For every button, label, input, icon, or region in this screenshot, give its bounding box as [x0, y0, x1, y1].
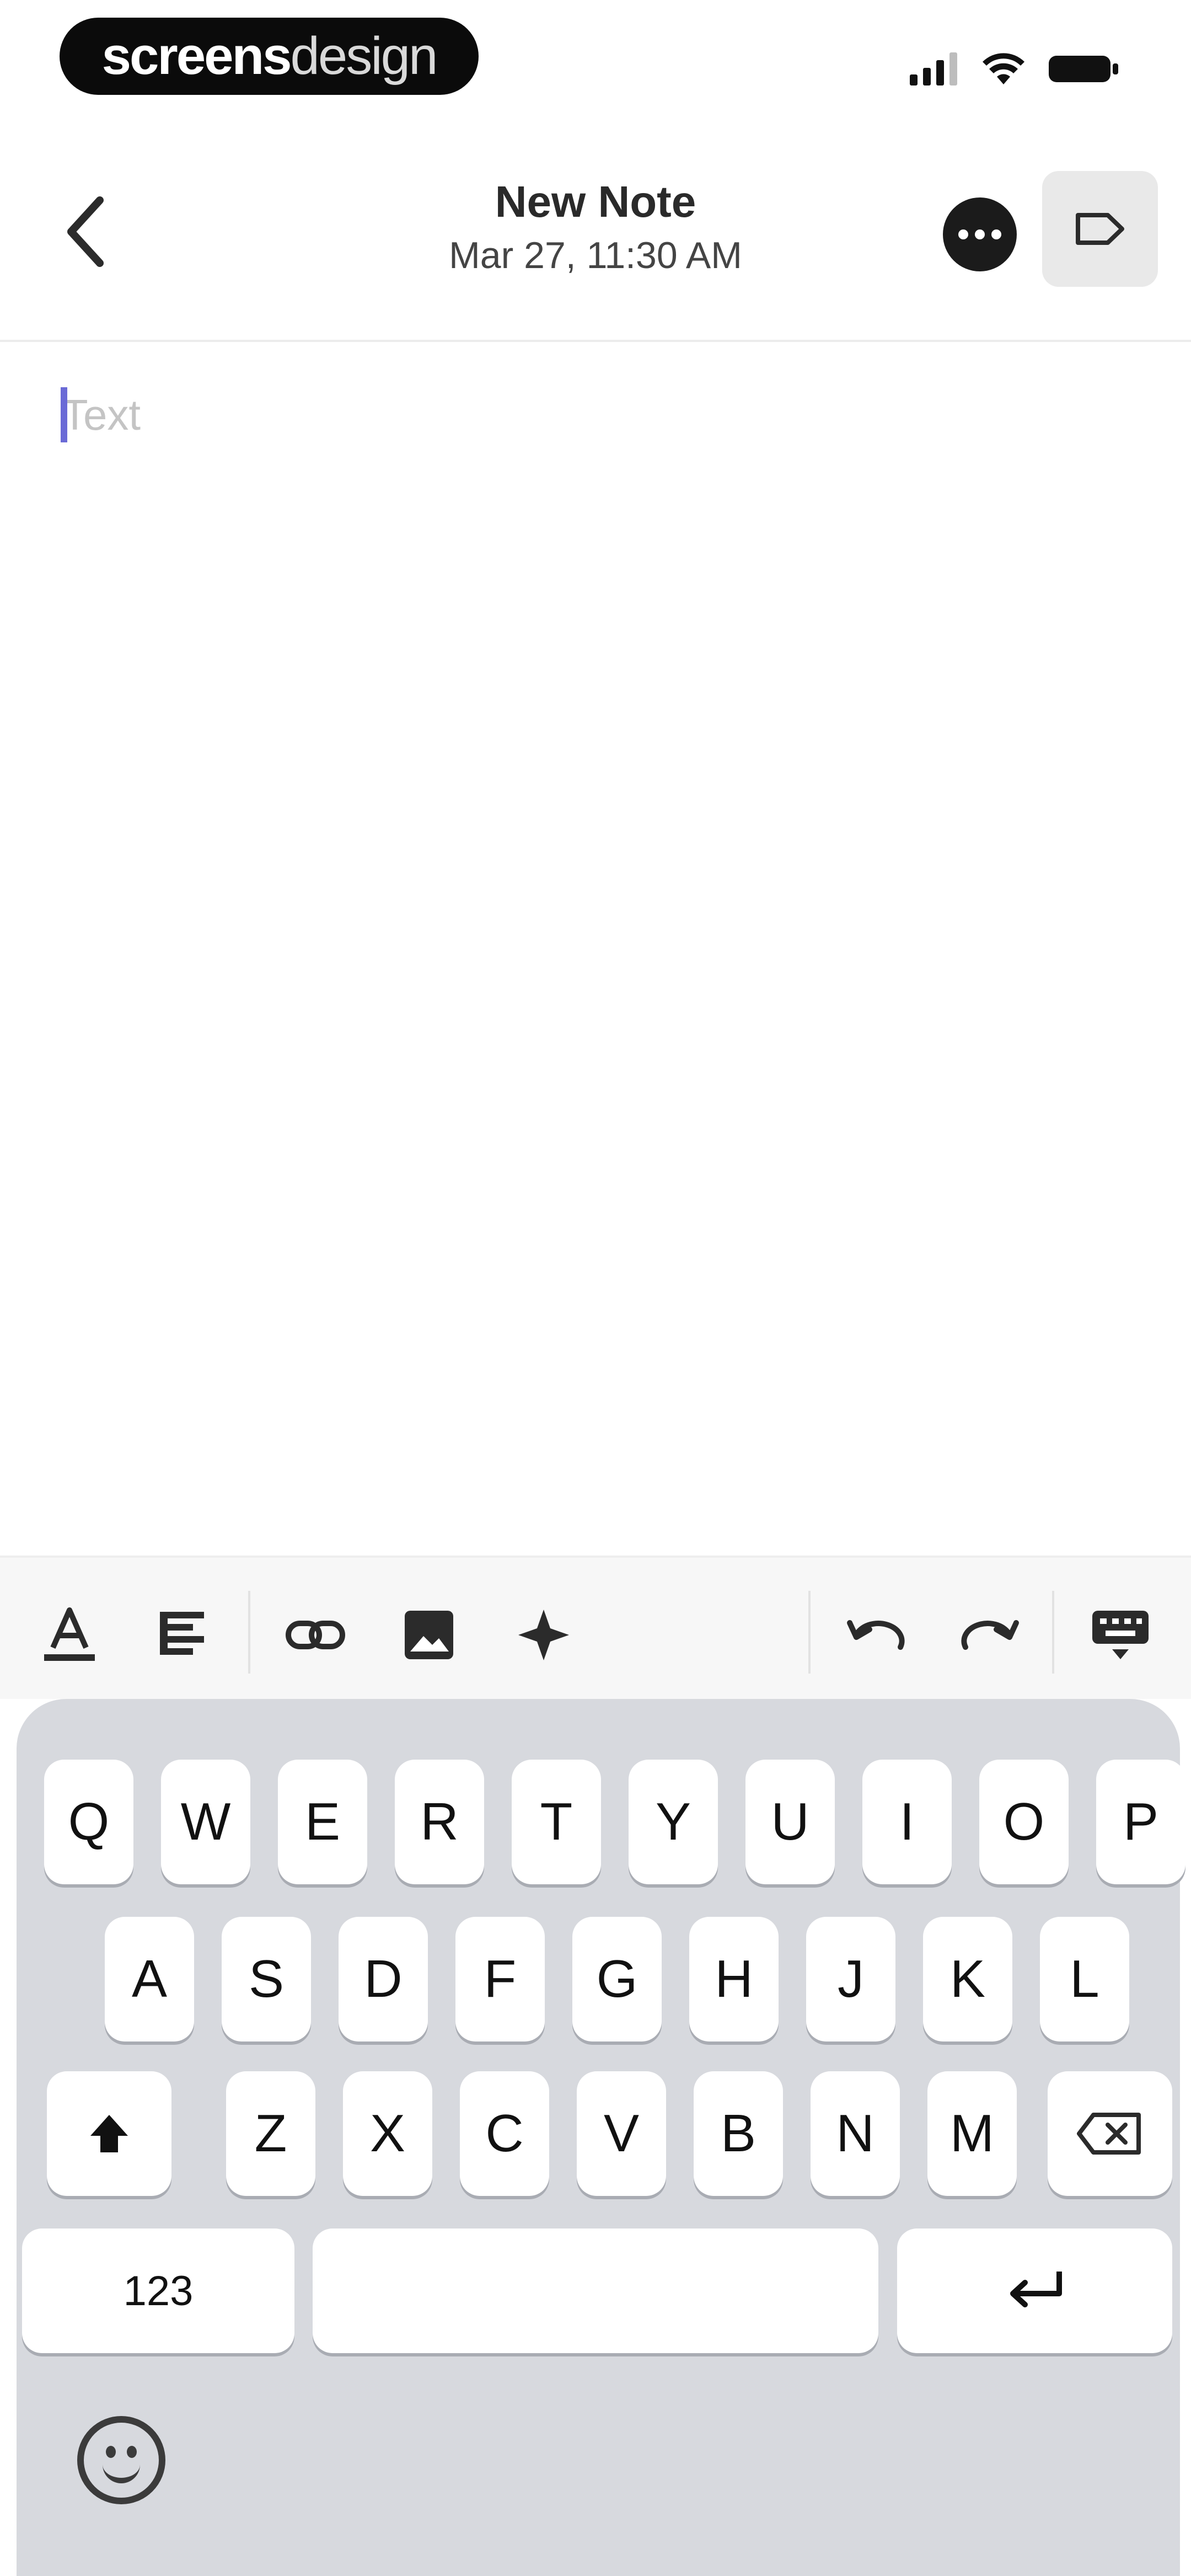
tag-icon: [1076, 213, 1124, 245]
status-bar: screens design: [0, 0, 1191, 132]
key[interactable]: G: [572, 1917, 662, 2041]
key[interactable]: D: [339, 1917, 428, 2041]
key[interactable]: X: [343, 2071, 432, 2196]
undo-button[interactable]: [843, 1602, 909, 1668]
link-button[interactable]: [282, 1602, 348, 1668]
title-block: New Note Mar 27, 11:30 AM: [331, 177, 860, 277]
redo-icon: [961, 1620, 1019, 1650]
brand-part1: screens: [101, 26, 292, 85]
shift-icon: [90, 2115, 128, 2152]
sparkle-icon: [518, 1610, 569, 1660]
key[interactable]: M: [927, 2071, 1017, 2196]
more-dot-icon: [991, 229, 1001, 239]
key[interactable]: Z: [226, 2071, 315, 2196]
brand-part2: design: [290, 26, 438, 85]
undo-icon: [847, 1620, 905, 1650]
numbers-key[interactable]: 123: [22, 2228, 294, 2353]
brand-badge: screens design: [60, 18, 479, 95]
signal-icon: [910, 52, 957, 85]
key[interactable]: V: [577, 2071, 666, 2196]
toolbar-divider: [248, 1591, 250, 1674]
key[interactable]: W: [161, 1760, 250, 1884]
key[interactable]: S: [222, 1917, 311, 2041]
page-title: New Note: [495, 177, 696, 226]
more-options-button[interactable]: [943, 197, 1017, 271]
keyboard-dismiss-icon: [1092, 1611, 1149, 1659]
key[interactable]: T: [512, 1760, 601, 1884]
align-button[interactable]: [149, 1602, 215, 1668]
key[interactable]: O: [979, 1760, 1069, 1884]
key[interactable]: A: [105, 1917, 194, 2041]
emoji-eye-icon: [106, 2446, 116, 2458]
align-icon: [160, 1612, 204, 1655]
more-dot-icon: [958, 229, 968, 239]
toolbar-divider: [808, 1591, 811, 1674]
more-dot-icon: [975, 229, 985, 239]
note-editor[interactable]: Text: [0, 344, 1191, 1556]
key[interactable]: U: [745, 1760, 835, 1884]
wifi-icon: [983, 53, 1024, 84]
keyboard: QWERTYUIOP ASDFGHJKL ZXCVBNM 123: [17, 1699, 1185, 2576]
text-color-icon: [44, 1607, 95, 1661]
editor-placeholder: Text: [62, 391, 141, 439]
chevron-left-icon: [67, 196, 104, 267]
key[interactable]: C: [460, 2071, 549, 2196]
backspace-icon: [1077, 2113, 1141, 2155]
key[interactable]: I: [862, 1760, 952, 1884]
link-icon: [286, 1621, 345, 1649]
delete-key[interactable]: [1048, 2071, 1172, 2196]
status-icons: [910, 50, 1119, 88]
key[interactable]: E: [278, 1760, 367, 1884]
key[interactable]: N: [811, 2071, 900, 2196]
text-color-button[interactable]: [36, 1602, 103, 1668]
tag-button[interactable]: [1042, 171, 1158, 287]
key[interactable]: L: [1040, 1917, 1129, 2041]
key[interactable]: R: [395, 1760, 484, 1884]
image-icon: [405, 1611, 453, 1659]
return-key[interactable]: [897, 2228, 1172, 2353]
battery-icon: [1049, 56, 1118, 82]
key[interactable]: P: [1096, 1760, 1185, 1884]
image-button[interactable]: [396, 1602, 462, 1668]
format-toolbar: [0, 1556, 1191, 1699]
ai-assist-button[interactable]: [511, 1602, 577, 1668]
emoji-eye-icon: [127, 2446, 137, 2458]
key[interactable]: F: [455, 1917, 545, 2041]
key[interactable]: Y: [629, 1760, 718, 1884]
key[interactable]: K: [923, 1917, 1012, 2041]
back-button[interactable]: [55, 188, 116, 276]
key[interactable]: Q: [44, 1760, 133, 1884]
key[interactable]: J: [806, 1917, 895, 2041]
key[interactable]: H: [689, 1917, 779, 2041]
space-key[interactable]: [313, 2228, 878, 2353]
return-icon: [1010, 2272, 1062, 2307]
redo-button[interactable]: [957, 1602, 1023, 1668]
nav-bar: New Note Mar 27, 11:30 AM: [0, 132, 1191, 342]
text-cursor: [61, 387, 67, 442]
shift-key[interactable]: [47, 2071, 171, 2196]
note-timestamp: Mar 27, 11:30 AM: [449, 234, 742, 276]
toolbar-divider: [1052, 1591, 1054, 1674]
emoji-button[interactable]: [77, 2416, 165, 2504]
dismiss-keyboard-button[interactable]: [1087, 1602, 1154, 1668]
emoji-mouth-icon: [103, 2465, 140, 2483]
key[interactable]: B: [694, 2071, 783, 2196]
